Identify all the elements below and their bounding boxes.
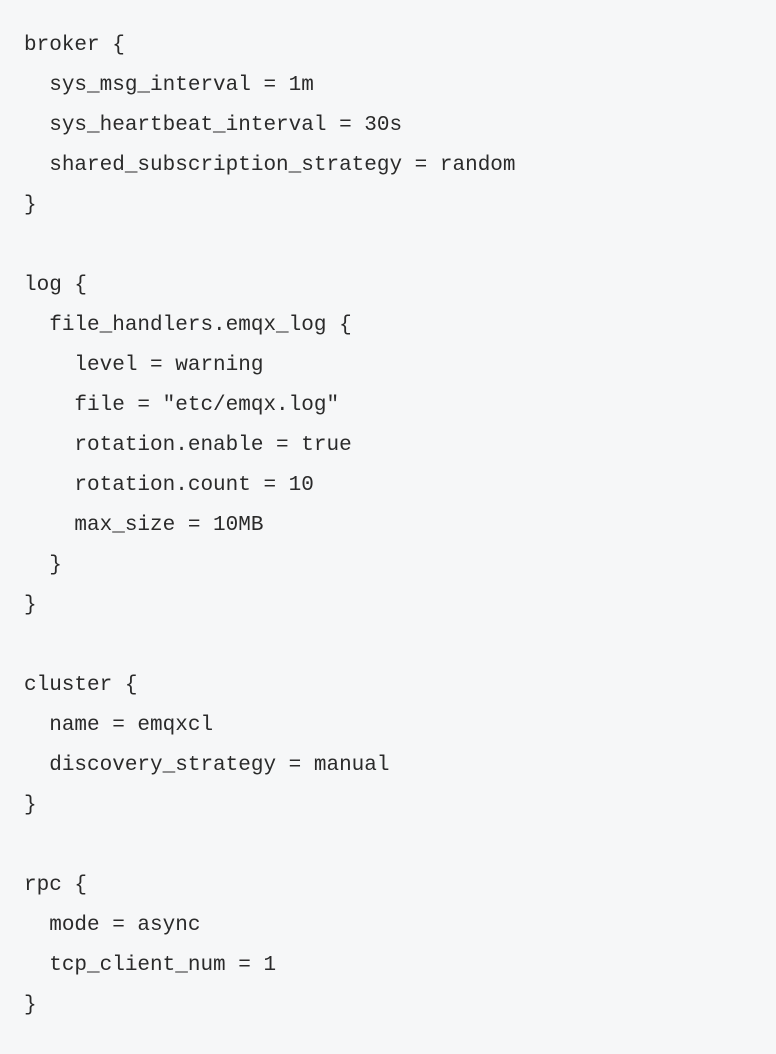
log-level: level = warning [74, 354, 263, 377]
cluster-discovery-strategy: discovery_strategy = manual [49, 754, 389, 777]
log-file: file = "etc/emqx.log" [74, 394, 339, 417]
cluster-open: cluster { [24, 674, 137, 697]
log-close: } [24, 594, 37, 617]
broker-open: broker { [24, 34, 125, 57]
broker-sys-msg-interval: sys_msg_interval = 1m [49, 74, 314, 97]
config-code-block: broker { sys_msg_interval = 1m sys_heart… [24, 26, 752, 1026]
broker-close: } [24, 194, 37, 217]
log-rotation-enable: rotation.enable = true [74, 434, 351, 457]
rpc-close: } [24, 994, 37, 1017]
broker-sys-heartbeat-interval: sys_heartbeat_interval = 30s [49, 114, 402, 137]
rpc-mode: mode = async [49, 914, 200, 937]
cluster-close: } [24, 794, 37, 817]
log-max-size: max_size = 10MB [74, 514, 263, 537]
rpc-open: rpc { [24, 874, 87, 897]
log-open: log { [24, 274, 87, 297]
log-rotation-count: rotation.count = 10 [74, 474, 313, 497]
cluster-name: name = emqxcl [49, 714, 213, 737]
log-handler-open: file_handlers.emqx_log { [49, 314, 351, 337]
broker-shared-subscription-strategy: shared_subscription_strategy = random [49, 154, 515, 177]
rpc-tcp-client-num: tcp_client_num = 1 [49, 954, 276, 977]
log-handler-close: } [49, 554, 62, 577]
